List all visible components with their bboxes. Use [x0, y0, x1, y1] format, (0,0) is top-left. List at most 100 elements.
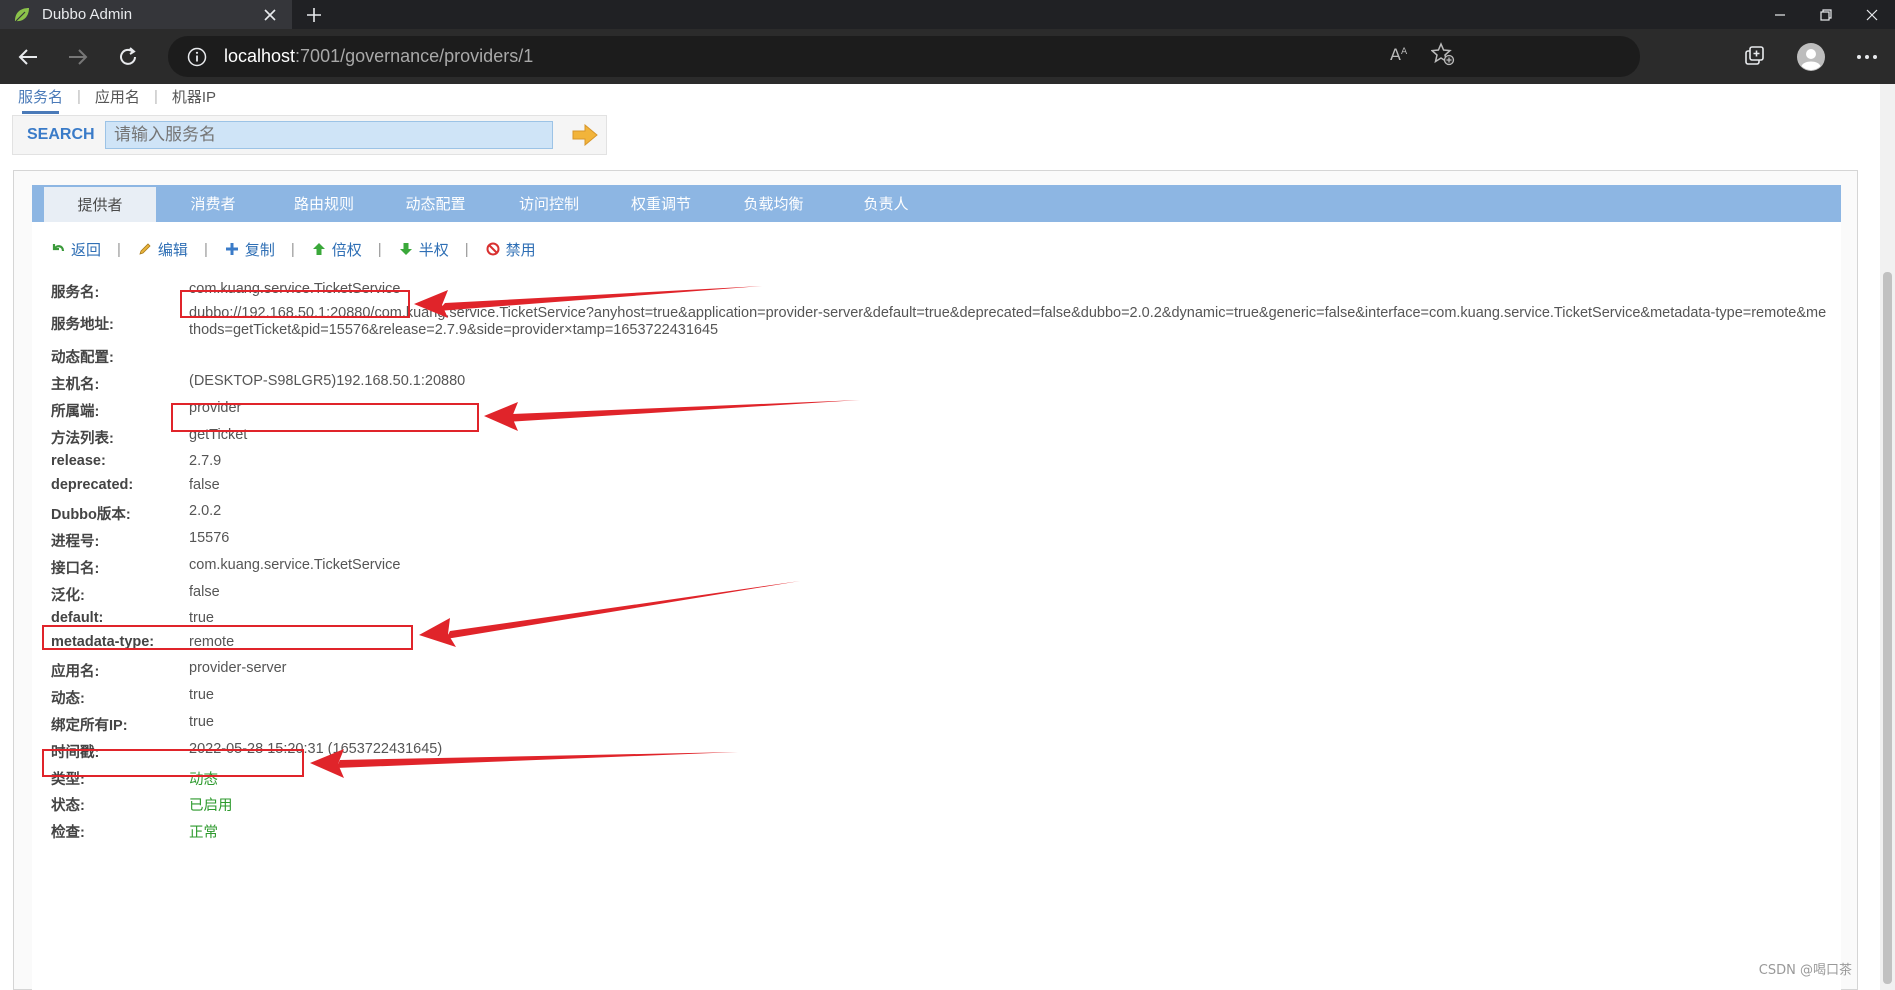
- url-actions: AA: [1389, 42, 1455, 71]
- search-tab-ip[interactable]: 机器IP: [172, 86, 230, 107]
- url-path: :7001/governance/providers/1: [295, 46, 534, 66]
- search-type-tabs: 服务名 | 应用名 | 机器IP: [18, 84, 230, 114]
- detail-value: false: [189, 584, 220, 600]
- detail-value: 已启用: [189, 798, 233, 814]
- window-close-icon[interactable]: [1849, 0, 1895, 29]
- forward-arrow-icon[interactable]: [56, 35, 100, 79]
- annotation-box-host-name: [171, 403, 479, 432]
- toolbar-separator: |: [377, 240, 382, 258]
- disable-button[interactable]: 禁用: [485, 239, 536, 260]
- detail-value: true: [189, 687, 214, 703]
- svg-text:A: A: [1401, 47, 1408, 57]
- detail-key: 进程号:: [51, 534, 100, 550]
- search-tab-application[interactable]: 应用名: [95, 86, 154, 107]
- nav-tab-dynamic-config[interactable]: 动态配置: [378, 185, 493, 222]
- page-scrollbar[interactable]: [1880, 84, 1895, 990]
- detail-key: 主机名:: [51, 377, 100, 393]
- browser-tab-strip: Dubbo Admin: [0, 0, 1895, 29]
- restore-icon[interactable]: [1803, 0, 1849, 29]
- favorite-add-icon[interactable]: [1430, 42, 1455, 71]
- nav-tab-access-control[interactable]: 访问控制: [493, 185, 605, 222]
- detail-value: (DESKTOP-S98LGR5)192.168.50.1:20880: [189, 373, 466, 389]
- nav-tab-routes[interactable]: 路由规则: [270, 185, 378, 222]
- copy-button[interactable]: 复制: [224, 239, 275, 260]
- profile-avatar-icon[interactable]: [1783, 29, 1839, 84]
- scrollbar-thumb[interactable]: [1883, 272, 1892, 984]
- edit-label: 编辑: [157, 241, 188, 259]
- search-label: SEARCH: [27, 126, 95, 143]
- search-go-arrow-icon[interactable]: [571, 123, 599, 147]
- close-icon[interactable]: [258, 3, 282, 27]
- search-box: SEARCH: [12, 115, 607, 155]
- browser-toolbar-icons: [1727, 29, 1895, 84]
- detail-value: true: [189, 714, 214, 730]
- annotation-box-service-name: [180, 290, 410, 318]
- detail-key: 方法列表:: [51, 431, 114, 447]
- double-weight-button[interactable]: 倍权: [311, 239, 362, 260]
- toolbar-separator: |: [203, 240, 208, 258]
- nav-tab-providers[interactable]: 提供者: [32, 187, 156, 222]
- annotation-box-application-name: [42, 749, 304, 777]
- tab-separator: |: [153, 87, 158, 105]
- address-bar-row: localhost:7001/governance/providers/1 AA: [0, 29, 1895, 84]
- detail-key: 检查:: [51, 825, 85, 841]
- detail-value: 2.0.2: [189, 503, 222, 519]
- detail-key: 应用名:: [51, 664, 100, 680]
- detail-key: deprecated:: [51, 477, 134, 493]
- back-button[interactable]: 返回: [50, 239, 101, 260]
- tab-separator: |: [77, 87, 81, 105]
- up-arrow-icon: [311, 241, 327, 257]
- collections-icon[interactable]: [1727, 29, 1783, 84]
- new-tab-button[interactable]: [292, 0, 336, 29]
- nav-tab-consumers[interactable]: 消费者: [156, 185, 270, 222]
- spring-leaf-icon: [12, 5, 32, 25]
- read-aloud-icon[interactable]: AA: [1389, 42, 1413, 71]
- detail-value: 15576: [189, 530, 230, 546]
- annotation-box-interface-name: [42, 625, 413, 650]
- detail-value: dubbo://192.168.50.1:20880/com.kuang.ser…: [189, 305, 1827, 338]
- action-toolbar: 返回 | 编辑 | 复制 | 倍权 | 半权 | 禁用: [50, 237, 536, 261]
- tab-title: Dubbo Admin: [42, 6, 133, 23]
- detail-key: 动态:: [51, 691, 85, 707]
- toolbar-separator: |: [464, 240, 469, 258]
- watermark: CSDN @喝口茶: [1758, 963, 1852, 978]
- more-options-icon[interactable]: [1839, 29, 1895, 84]
- minimize-icon[interactable]: [1757, 0, 1803, 29]
- detail-value: provider-server: [189, 660, 287, 676]
- detail-key: 所属端:: [51, 404, 100, 420]
- search-input[interactable]: [105, 121, 553, 149]
- search-tab-service[interactable]: 服务名: [18, 86, 77, 114]
- url-host: localhost: [224, 46, 296, 66]
- svg-text:A: A: [1390, 45, 1401, 64]
- detail-value: false: [189, 477, 220, 493]
- edit-button[interactable]: 编辑: [137, 239, 188, 260]
- back-arrow-icon[interactable]: [6, 35, 50, 79]
- nav-tab-owners[interactable]: 负责人: [830, 185, 942, 222]
- info-icon[interactable]: [186, 46, 208, 68]
- half-weight-label: 半权: [418, 241, 449, 259]
- detail-value: 2.7.9: [189, 453, 222, 469]
- detail-key: 状态:: [51, 798, 85, 814]
- nav-tab-load-balance[interactable]: 负载均衡: [717, 185, 830, 222]
- detail-value: true: [189, 610, 214, 626]
- browser-tab[interactable]: Dubbo Admin: [0, 0, 292, 29]
- page-content: 服务名 | 应用名 | 机器IP SEARCH 提供者 消费者 路由规则 动态配…: [0, 84, 1880, 990]
- detail-key: 服务名:: [51, 285, 100, 301]
- plus-icon: [224, 241, 240, 257]
- down-arrow-icon: [398, 241, 414, 257]
- detail-key: 绑定所有IP:: [51, 718, 128, 734]
- copy-label: 复制: [244, 241, 275, 259]
- governance-nav-tabs: 提供者 消费者 路由规则 动态配置 访问控制 权重调节 负载均衡 负责人: [32, 185, 1841, 222]
- ban-icon: [485, 241, 501, 257]
- detail-key: 动态配置:: [51, 350, 114, 366]
- detail-key: release:: [51, 453, 106, 469]
- nav-tab-weights[interactable]: 权重调节: [605, 185, 717, 222]
- back-label: 返回: [71, 241, 102, 259]
- double-weight-label: 倍权: [331, 241, 362, 259]
- detail-key: Dubbo版本:: [51, 507, 131, 523]
- detail-value: com.kuang.service.TicketService: [189, 557, 401, 573]
- detail-key: 服务地址:: [51, 317, 114, 333]
- half-weight-button[interactable]: 半权: [398, 239, 449, 260]
- reload-icon[interactable]: [106, 35, 150, 79]
- toolbar-separator: |: [117, 240, 121, 258]
